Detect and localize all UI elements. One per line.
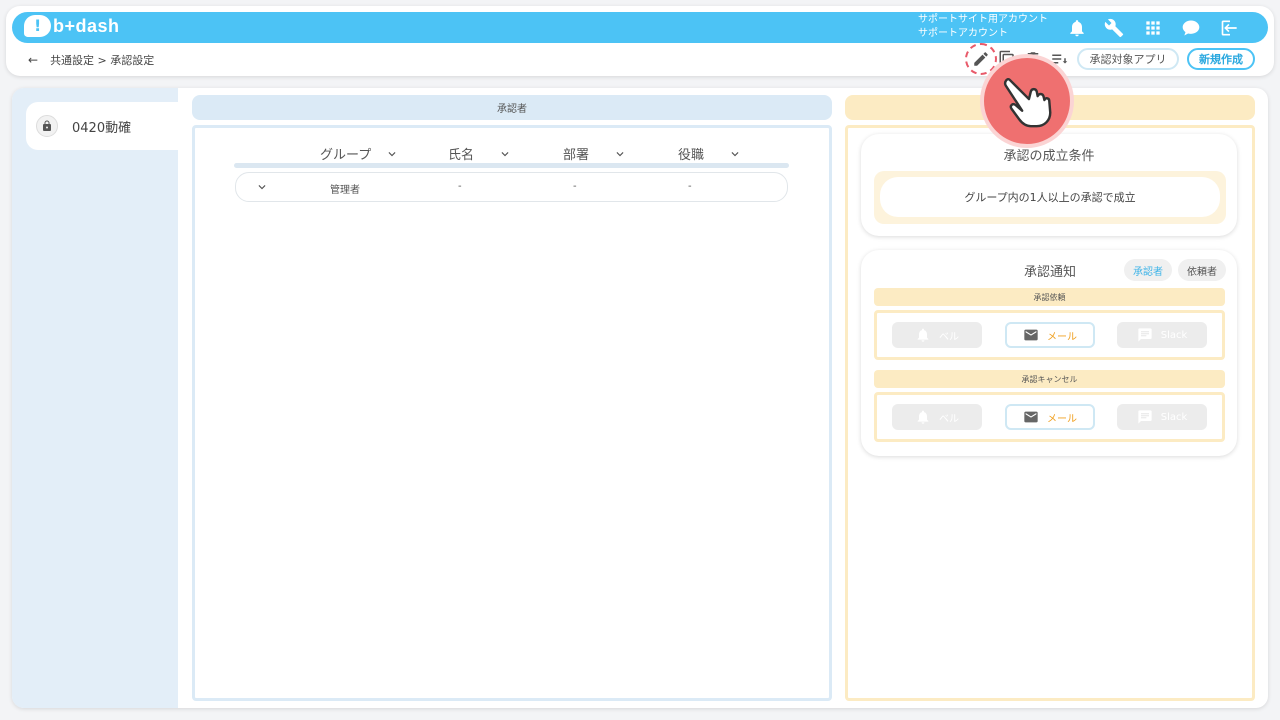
cell-role: -	[688, 181, 692, 192]
column-name[interactable]: 氏名	[448, 144, 512, 163]
edit-icon[interactable]	[971, 49, 991, 69]
breadcrumb: ← 共通設定 > 承認設定	[28, 52, 154, 68]
mail-notify-button[interactable]: メール	[1005, 322, 1095, 348]
bell-label: ベル	[939, 413, 959, 425]
mail-icon	[1024, 411, 1038, 423]
logo-text: b+dash	[53, 15, 120, 36]
bell-notify-button[interactable]: ベル	[892, 404, 982, 430]
column-name-label: 氏名	[448, 148, 475, 163]
tab-approver[interactable]: 承認者	[1124, 259, 1172, 281]
logo-mark-icon	[24, 15, 51, 37]
section-cancel-header: 承認キャンセル	[874, 370, 1225, 388]
target-apps-button[interactable]: 承認対象アプリ	[1077, 48, 1179, 70]
chevron-down-icon	[385, 147, 399, 161]
account-line2: サポートアカウント	[918, 28, 1008, 39]
row-expand-chevron-icon[interactable]	[255, 179, 269, 193]
column-underline	[234, 163, 789, 168]
cell-name: -	[458, 181, 462, 192]
lock-icon	[36, 115, 58, 137]
breadcrumb-text: 共通設定 > 承認設定	[50, 54, 155, 67]
conditions-title: 承認の成立条件	[998, 145, 1100, 166]
logout-icon[interactable]	[1219, 17, 1241, 39]
bell-icon	[917, 410, 929, 424]
notify-title: 承認通知	[1014, 261, 1086, 282]
chevron-down-icon	[728, 147, 742, 161]
message-icon	[1138, 328, 1152, 342]
cell-group: 管理者	[330, 185, 360, 196]
grid-icon[interactable]	[1142, 17, 1164, 39]
column-role[interactable]: 役職	[678, 144, 742, 163]
pointer-hand-icon	[980, 54, 1074, 148]
slack-notify-button[interactable]: Slack	[1117, 322, 1207, 348]
slack-label: Slack	[1160, 411, 1188, 423]
account-info: サポートサイト用アカウント サポートアカウント	[918, 13, 1048, 41]
table-row[interactable]	[235, 172, 788, 202]
sidebar-item-label: 0420動確	[72, 120, 132, 136]
column-role-label: 役職	[678, 148, 705, 163]
mail-label: メール	[1047, 331, 1077, 343]
mail-label: メール	[1047, 413, 1077, 425]
new-button[interactable]: 新規作成	[1187, 48, 1255, 70]
bell-icon	[917, 328, 929, 342]
cell-dept: -	[573, 181, 577, 192]
mail-icon	[1024, 329, 1038, 341]
tab-requester[interactable]: 依頼者	[1178, 259, 1226, 281]
sidebar	[12, 88, 178, 708]
chat-icon[interactable]	[1180, 17, 1202, 39]
approver-header: 承認者	[192, 95, 832, 120]
back-arrow-icon[interactable]: ←	[28, 53, 38, 67]
message-icon	[1138, 410, 1152, 424]
column-group-label: グループ	[320, 148, 372, 163]
column-dept[interactable]: 部署	[563, 144, 627, 163]
column-group[interactable]: グループ	[320, 144, 399, 163]
bell-icon[interactable]	[1066, 17, 1088, 39]
bell-label: ベル	[939, 331, 959, 343]
chevron-down-icon	[498, 147, 512, 161]
bell-notify-button[interactable]: ベル	[892, 322, 982, 348]
slack-label: Slack	[1160, 329, 1188, 341]
app-logo[interactable]: b+dash	[24, 15, 120, 37]
column-dept-label: 部署	[563, 148, 590, 163]
approver-panel	[192, 125, 832, 701]
slack-notify-button[interactable]: Slack	[1117, 404, 1207, 430]
account-line1: サポートサイト用アカウント	[918, 14, 1048, 25]
wrench-icon[interactable]	[1103, 17, 1125, 39]
sidebar-item-0420[interactable]: 0420動確	[26, 102, 186, 150]
chevron-down-icon	[613, 147, 627, 161]
mail-notify-button[interactable]: メール	[1005, 404, 1095, 430]
conditions-text: グループ内の1人以上の承認で成立	[880, 177, 1220, 217]
section-request-header: 承認依頼	[874, 288, 1225, 306]
